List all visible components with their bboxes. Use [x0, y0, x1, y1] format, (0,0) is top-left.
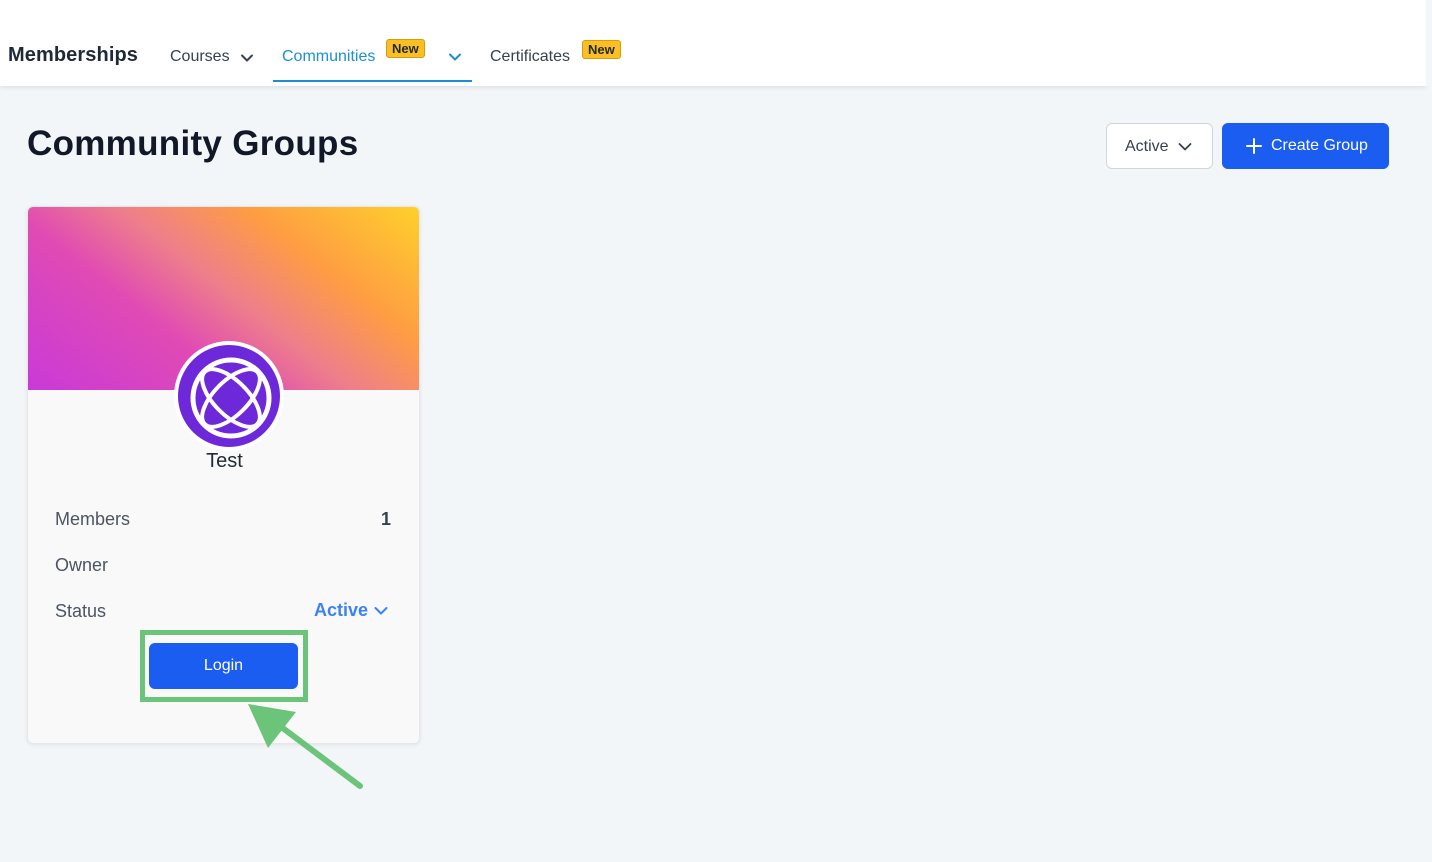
owner-label: Owner: [55, 555, 109, 575]
status-label: Status: [55, 601, 107, 621]
members-label: Members: [55, 509, 131, 529]
status-filter-label: Active: [1125, 138, 1169, 155]
plus-icon: [1246, 138, 1262, 154]
chevron-down-icon[interactable]: [239, 50, 255, 66]
page-title: Community Groups: [27, 124, 359, 163]
highlight-box: [140, 630, 308, 702]
brand-title: Memberships: [8, 44, 139, 66]
top-navigation-bar: Memberships Courses Communities New Cert…: [0, 0, 1426, 86]
group-avatar: [174, 341, 284, 451]
nav-item-certificates[interactable]: Certificates: [490, 48, 570, 66]
page-edge: [1426, 0, 1432, 86]
status-filter-dropdown[interactable]: Active: [1106, 123, 1213, 169]
community-logo-icon: [190, 357, 272, 439]
chevron-down-icon: [1178, 143, 1192, 151]
nav-item-communities[interactable]: Communities: [282, 48, 375, 66]
create-group-label: Create Group: [1271, 137, 1368, 154]
members-count: 1: [380, 509, 391, 529]
group-name: Test: [206, 450, 243, 472]
nav-item-courses[interactable]: Courses: [170, 48, 230, 66]
active-tab-indicator: [273, 80, 472, 82]
create-group-button[interactable]: Create Group: [1222, 123, 1389, 169]
new-badge: New: [582, 40, 621, 59]
chevron-down-icon[interactable]: [447, 49, 463, 65]
new-badge: New: [386, 39, 425, 58]
status-dropdown[interactable]: Active: [314, 600, 368, 621]
chevron-down-icon[interactable]: [373, 603, 389, 619]
